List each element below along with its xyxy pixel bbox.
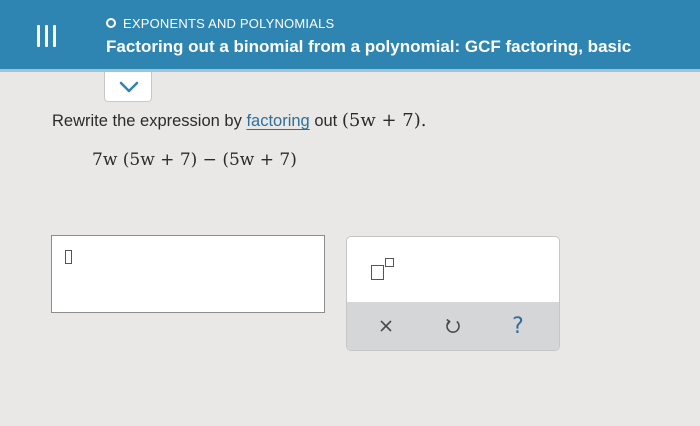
exponent-icon[interactable]: [365, 255, 399, 283]
prompt-text-2: out: [309, 112, 342, 130]
top-header: EXPONENTS AND POLYNOMIALS Factoring out …: [0, 0, 700, 72]
chevron-down-icon: [119, 81, 139, 93]
given-expression: 7w (5w + 7) − (5w + 7): [92, 150, 297, 170]
factoring-link[interactable]: factoring: [246, 112, 309, 131]
help-icon[interactable]: ?: [504, 312, 532, 340]
factor-expression: (5w + 7).: [341, 110, 427, 131]
clear-icon[interactable]: [372, 312, 400, 340]
topic-progress-icon: [106, 18, 116, 28]
lesson-title: Factoring out a binomial from a polynomi…: [106, 37, 632, 56]
undo-icon[interactable]: [439, 312, 467, 340]
tool-action-bar: ?: [347, 302, 559, 350]
topic-row: EXPONENTS AND POLYNOMIALS: [106, 14, 334, 32]
topic-name: EXPONENTS AND POLYNOMIALS: [123, 15, 335, 31]
collapse-toggle[interactable]: [104, 72, 152, 102]
input-cursor: [65, 250, 72, 264]
question-prompt: Rewrite the expression by factoring out …: [52, 110, 426, 131]
prompt-text: Rewrite the expression by: [52, 112, 247, 130]
answer-input[interactable]: [51, 235, 325, 313]
menu-icon[interactable]: [37, 25, 57, 47]
math-tool-panel: ?: [346, 236, 560, 351]
